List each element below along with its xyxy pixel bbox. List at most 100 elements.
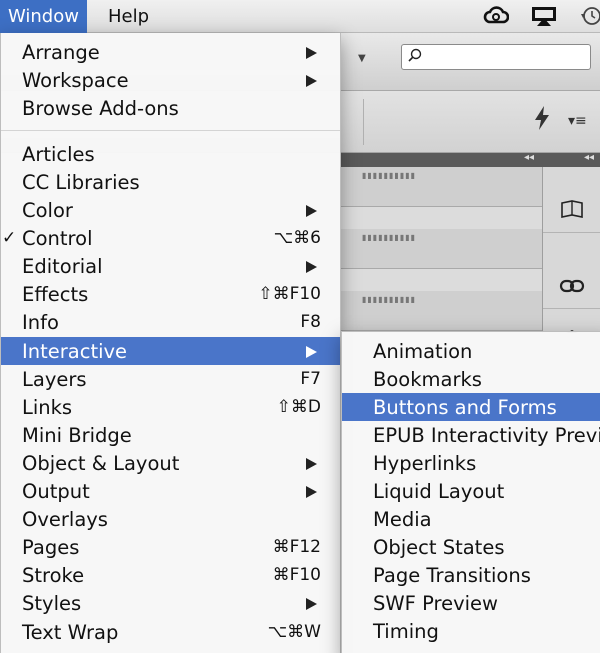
- menu-item-info[interactable]: Info F8: [1, 308, 340, 336]
- menu-item-label: Links: [22, 396, 73, 419]
- menu-item-shortcut: ⌘F12: [272, 537, 321, 557]
- menu-item-label: Layers: [22, 368, 87, 391]
- grip-icon[interactable]: ▮▮▮▮▮▮▮▮▮▮: [362, 295, 416, 304]
- menu-item-label: Mini Bridge: [22, 424, 132, 447]
- menu-item-links[interactable]: Links ⇧⌘D: [1, 393, 340, 421]
- menubar-window[interactable]: Window: [0, 0, 87, 33]
- links-panel-button[interactable]: [543, 263, 600, 309]
- menu-item-label: Overlays: [22, 508, 108, 531]
- search-field[interactable]: [401, 44, 591, 70]
- menu-item-label: Pages: [22, 536, 80, 559]
- search-icon: [408, 48, 422, 62]
- menu-item-shortcut: F7: [300, 369, 321, 389]
- collapse-panel-icon[interactable]: ◂◂: [524, 152, 534, 163]
- submenu-item-label: Object States: [373, 536, 505, 559]
- submenu-item-buttons-and-forms[interactable]: Buttons and Forms: [342, 393, 600, 421]
- menu-item-styles[interactable]: Styles: [1, 589, 340, 617]
- menu-item-stroke[interactable]: Stroke ⌘F10: [1, 561, 340, 589]
- grip-icon[interactable]: ▮▮▮▮▮▮▮▮▮▮: [362, 233, 416, 242]
- menu-item-label: Styles: [22, 592, 82, 615]
- submenu-item-page-transitions[interactable]: Page Transitions: [342, 561, 600, 589]
- submenu-arrow-icon: [306, 205, 317, 217]
- submenu-arrow-icon: [306, 75, 317, 87]
- menu-item-color[interactable]: Color: [1, 196, 340, 224]
- menu-item-text-wrap[interactable]: Text Wrap ⌥⌘W: [1, 618, 340, 646]
- menubar-help[interactable]: Help: [100, 0, 157, 33]
- menu-item-label: Info: [22, 311, 59, 334]
- menu-item-control[interactable]: ✓ Control ⌥⌘6: [1, 224, 340, 252]
- submenu-arrow-icon: [306, 346, 317, 358]
- menu-item-editorial[interactable]: Editorial: [1, 252, 340, 280]
- menu-item-browse-add-ons[interactable]: Browse Add-ons: [1, 94, 340, 122]
- menu-item-interactive[interactable]: Interactive: [1, 337, 340, 365]
- submenu-arrow-icon: [306, 598, 317, 610]
- menu-item-label: Output: [22, 480, 90, 503]
- airplay-icon[interactable]: [531, 5, 557, 27]
- panel-header-strip: ◂◂ ◂◂: [340, 152, 600, 167]
- submenu-item-hyperlinks[interactable]: Hyperlinks: [342, 449, 600, 477]
- submenu-item-timing[interactable]: Timing: [342, 617, 600, 645]
- menu-item-label: Articles: [22, 143, 95, 166]
- submenu-item-animation[interactable]: Animation: [342, 337, 600, 365]
- submenu-arrow-icon: [306, 458, 317, 470]
- menu-item-label: Interactive: [22, 340, 128, 363]
- menu-item-workspace[interactable]: Workspace: [1, 66, 340, 94]
- pages-icon: [561, 199, 583, 218]
- menu-item-effects[interactable]: Effects ⇧⌘F10: [1, 280, 340, 308]
- submenu-item-object-states[interactable]: Object States: [342, 533, 600, 561]
- menu-item-cc-libraries[interactable]: CC Libraries: [1, 168, 340, 196]
- submenu-arrow-icon: [306, 47, 317, 59]
- menu-item-shortcut: ⌥⌘6: [273, 228, 321, 248]
- menu-item-overlays[interactable]: Overlays: [1, 505, 340, 533]
- panel-row: ▮▮▮▮▮▮▮▮▮▮: [340, 291, 542, 331]
- submenu-item-bookmarks[interactable]: Bookmarks: [342, 365, 600, 393]
- panel-menu-icon[interactable]: ▾≡: [568, 113, 587, 129]
- menu-item-label: Stroke: [22, 564, 85, 587]
- time-machine-icon[interactable]: [578, 5, 600, 27]
- collapse-dock-icon[interactable]: ◂◂: [584, 152, 594, 163]
- menu-item-mini-bridge[interactable]: Mini Bridge: [1, 421, 340, 449]
- workspace-dropdown-arrow-icon[interactable]: ▼: [358, 53, 366, 64]
- submenu-arrow-icon: [306, 486, 317, 498]
- lightning-icon[interactable]: [532, 105, 552, 131]
- submenu-item-label: Page Transitions: [373, 564, 531, 587]
- submenu-item-media[interactable]: Media: [342, 505, 600, 533]
- submenu-item-label: EPUB Interactivity Previ: [373, 424, 600, 447]
- panel-row: ▮▮▮▮▮▮▮▮▮▮: [340, 229, 542, 269]
- menu-item-output[interactable]: Output: [1, 477, 340, 505]
- menu-item-shortcut: ⇧⌘F10: [258, 284, 321, 304]
- menu-item-layers[interactable]: Layers F7: [1, 365, 340, 393]
- submenu-item-swf-preview[interactable]: SWF Preview: [342, 589, 600, 617]
- submenu-item-label: Buttons and Forms: [373, 396, 557, 419]
- interactive-submenu: Animation Bookmarks Buttons and Forms EP…: [341, 331, 600, 653]
- menu-item-label: CC Libraries: [22, 171, 140, 194]
- menu-item-shortcut: F8: [300, 312, 321, 332]
- panel-row: ▮▮▮▮▮▮▮▮▮▮: [340, 167, 542, 207]
- menu-item-object-layout[interactable]: Object & Layout: [1, 449, 340, 477]
- submenu-item-epub-interactivity-preview[interactable]: EPUB Interactivity Previ: [342, 421, 600, 449]
- toolbar-separator: [363, 99, 364, 145]
- menu-item-label: Color: [22, 199, 73, 222]
- menu-item-label: Browse Add-ons: [22, 97, 179, 120]
- menu-item-shortcut: ⌥⌘W: [267, 622, 321, 642]
- submenu-item-liquid-layout[interactable]: Liquid Layout: [342, 477, 600, 505]
- link-icon: [559, 279, 585, 292]
- grip-icon[interactable]: ▮▮▮▮▮▮▮▮▮▮: [362, 171, 416, 180]
- window-menu: Arrange Workspace Browse Add-ons Article…: [0, 33, 341, 653]
- checkmark-icon: ✓: [2, 228, 17, 248]
- menu-item-shortcut: ⇧⌘D: [276, 397, 321, 417]
- menu-item-shortcut: ⌘F10: [272, 565, 321, 585]
- menu-item-label: Effects: [22, 283, 89, 306]
- submenu-item-label: SWF Preview: [373, 592, 498, 615]
- menu-item-arrange[interactable]: Arrange: [1, 38, 340, 66]
- menu-item-pages[interactable]: Pages ⌘F12: [1, 533, 340, 561]
- creative-cloud-icon[interactable]: [483, 5, 509, 27]
- menu-item-label: Arrange: [22, 41, 100, 64]
- submenu-item-label: Hyperlinks: [373, 452, 477, 475]
- menu-item-label: Control: [22, 227, 93, 250]
- menu-item-label: Text Wrap: [22, 621, 119, 644]
- pages-panel-button[interactable]: [543, 187, 600, 233]
- menu-item-articles[interactable]: Articles: [1, 140, 340, 168]
- menu-item-label: Object & Layout: [22, 452, 180, 475]
- menu-item-label: Workspace: [22, 69, 129, 92]
